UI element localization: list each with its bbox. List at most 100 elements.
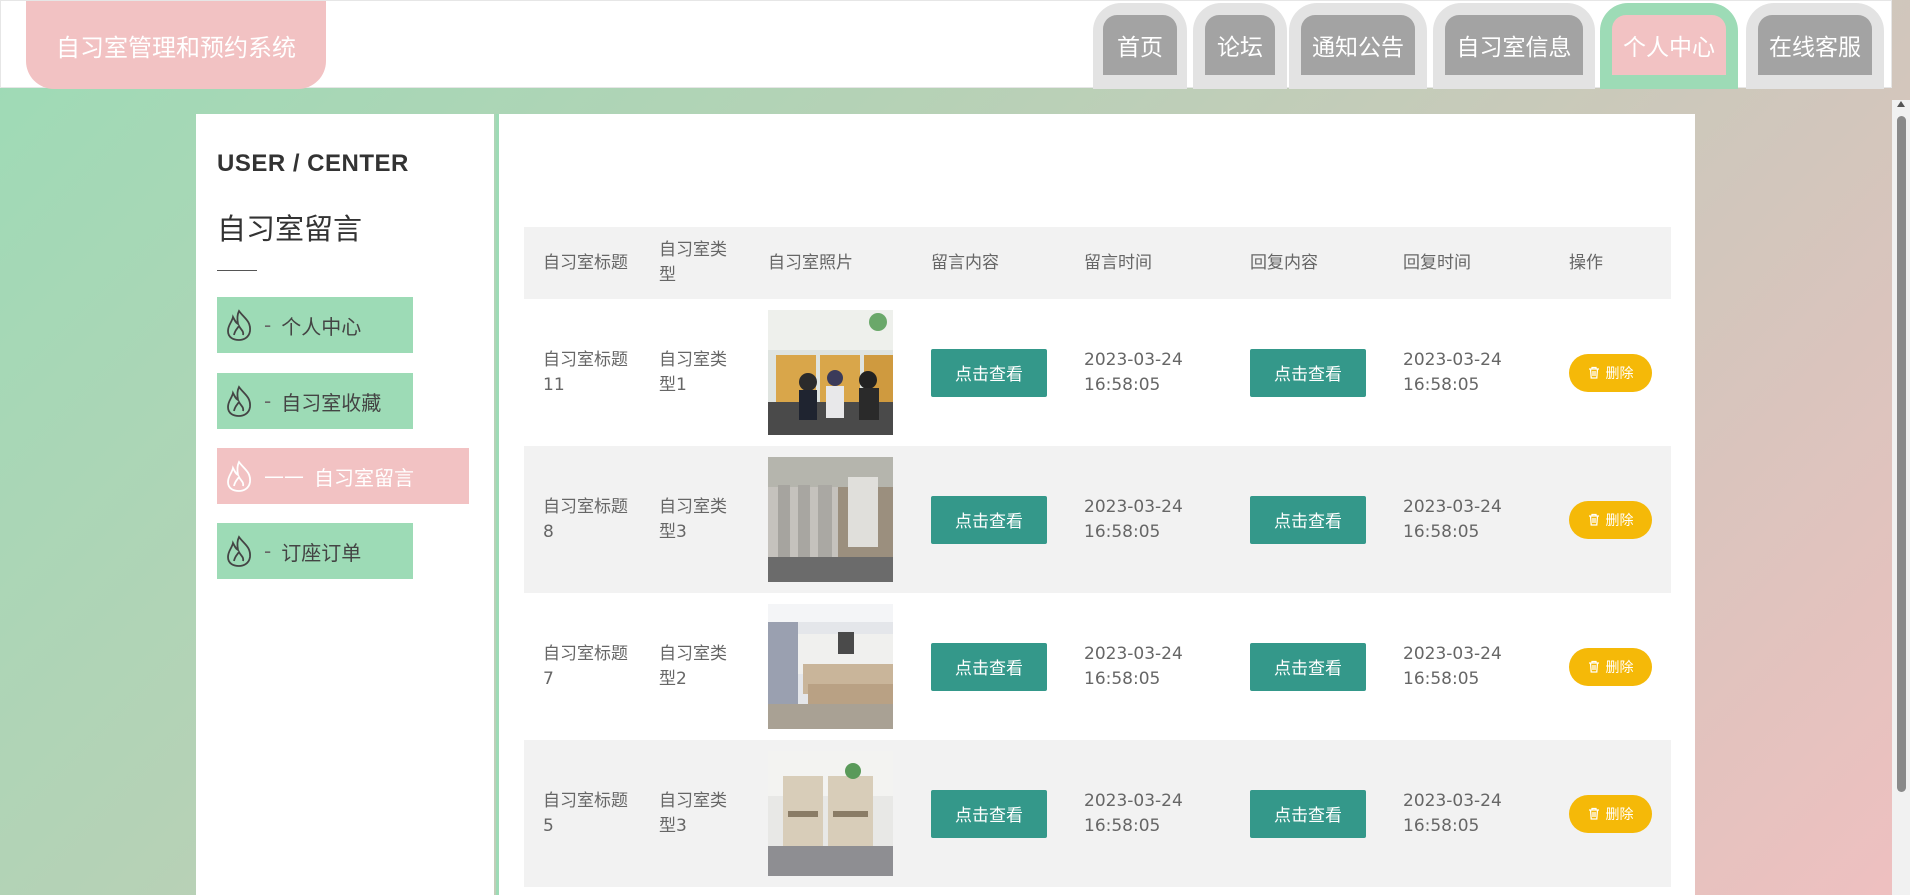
study-room-photo[interactable] — [768, 457, 893, 582]
column-header: 留言时间 — [1065, 227, 1231, 299]
view-message-button[interactable]: 点击查看 — [931, 642, 1047, 691]
table-row: 自习室标题11 自习室类型1 点击查看 2023-03-24 16:58:05 … — [524, 299, 1671, 446]
trash-icon — [1588, 513, 1599, 526]
delete-button[interactable]: 删除 — [1569, 353, 1652, 392]
view-message-button[interactable]: 点击查看 — [931, 495, 1047, 544]
sidebar-subtitle: 自习室留言 — [217, 212, 363, 246]
column-header: 自习室照片 — [749, 227, 912, 299]
top-header: 自习室管理和预约系统 首页 论坛 通知公告 自习室信息 个人中心 在线客服 — [0, 0, 1892, 89]
room-type-cell: 自习室类型3 — [640, 446, 749, 593]
sidebar-item-seat-orders[interactable]: - 订座订单 — [217, 523, 413, 579]
reply-content-cell: 点击查看 — [1231, 299, 1384, 446]
reply-content-cell: 点击查看 — [1231, 446, 1384, 593]
message-time-cell: 2023-03-24 16:58:05 — [1065, 446, 1231, 593]
trash-icon — [1588, 660, 1599, 673]
sidebar-divider — [217, 270, 257, 271]
sidebar-title: USER / CENTER — [217, 150, 409, 177]
sidebar-item-label: 订座订单 — [281, 540, 362, 565]
flame-icon — [227, 385, 251, 417]
messages-table-wrap: 自习室标题 自习室类型 自习室照片 留言内容 留言时间 回复内容 回复时间 操作… — [524, 227, 1671, 887]
flame-icon — [227, 309, 251, 341]
messages-table: 自习室标题 自习室类型 自习室照片 留言内容 留言时间 回复内容 回复时间 操作… — [524, 227, 1671, 887]
nav-tab-label: 首页 — [1103, 15, 1177, 75]
column-header: 回复内容 — [1231, 227, 1384, 299]
nav-tab-online-service[interactable]: 在线客服 — [1746, 3, 1884, 89]
actions-cell: 删除 — [1550, 446, 1671, 593]
view-reply-button[interactable]: 点击查看 — [1250, 495, 1366, 544]
view-reply-button[interactable]: 点击查看 — [1250, 789, 1366, 838]
scroll-up-arrow-icon[interactable] — [1897, 101, 1905, 107]
table-row: 自习室标题7 自习室类型2 点击查看 2023-03-24 16:58:05 点… — [524, 593, 1671, 740]
view-reply-button[interactable]: 点击查看 — [1250, 642, 1366, 691]
study-room-photo[interactable] — [768, 310, 893, 435]
room-title-cell: 自习室标题11 — [543, 349, 628, 395]
room-photo-cell — [749, 740, 912, 887]
dash-glyph: - — [264, 539, 272, 563]
view-message-button[interactable]: 点击查看 — [931, 348, 1047, 397]
room-title-cell: 自习室标题5 — [524, 740, 640, 887]
reply-time-cell: 2023-03-24 16:58:05 — [1384, 446, 1550, 593]
trash-icon — [1588, 366, 1599, 379]
message-time-cell: 2023-03-24 16:58:05 — [1084, 643, 1183, 689]
nav-tab-notices[interactable]: 通知公告 — [1289, 3, 1427, 89]
room-title-cell: 自习室标题7 — [543, 643, 628, 689]
nav-tab-label: 自习室信息 — [1445, 15, 1583, 75]
flame-icon — [227, 460, 251, 492]
actions-cell: 删除 — [1550, 593, 1671, 740]
study-room-photo[interactable] — [768, 751, 893, 876]
room-type-cell: 自习室类型3 — [640, 740, 749, 887]
column-header: 操作 — [1550, 227, 1671, 299]
table-header-row: 自习室标题 自习室类型 自习室照片 留言内容 留言时间 回复内容 回复时间 操作 — [524, 227, 1671, 299]
actions-cell: 删除 — [1550, 740, 1671, 887]
message-time-cell: 2023-03-24 16:58:05 — [1065, 740, 1231, 887]
study-room-photo[interactable] — [768, 604, 893, 729]
nav-tab-label: 通知公告 — [1301, 15, 1415, 75]
sidebar-item-room-messages[interactable]: —— 自习室留言 — [217, 448, 469, 504]
column-header: 自习室类型 — [640, 227, 749, 299]
message-content-cell: 点击查看 — [912, 446, 1065, 593]
table-row: 自习室标题5 自习室类型3 点击查看 2023-03-24 16:58:05 点… — [524, 740, 1671, 887]
nav-tab-label: 论坛 — [1205, 15, 1275, 75]
reply-content-cell: 点击查看 — [1231, 593, 1384, 740]
trash-icon — [1588, 807, 1599, 820]
dash-glyph: - — [264, 313, 272, 337]
dash-glyph: - — [264, 389, 272, 413]
message-content-cell: 点击查看 — [912, 740, 1065, 887]
column-header: 自习室标题 — [524, 227, 640, 299]
view-reply-button[interactable]: 点击查看 — [1250, 348, 1366, 397]
room-photo-cell — [749, 446, 912, 593]
nav-tab-room-info[interactable]: 自习室信息 — [1433, 3, 1595, 89]
nav-tab-forum[interactable]: 论坛 — [1193, 3, 1287, 89]
room-type-cell: 自习室类型2 — [659, 643, 727, 689]
room-title-cell: 自习室标题8 — [524, 446, 640, 593]
message-content-cell: 点击查看 — [912, 299, 1065, 446]
delete-button[interactable]: 删除 — [1569, 500, 1652, 539]
main-panel: 自习室标题 自习室类型 自习室照片 留言内容 留言时间 回复内容 回复时间 操作… — [496, 114, 1695, 895]
column-header: 留言内容 — [912, 227, 1065, 299]
dash-glyph: —— — [264, 464, 304, 488]
delete-label: 删除 — [1605, 806, 1634, 823]
delete-button[interactable]: 删除 — [1569, 647, 1652, 686]
sidebar-item-label: 个人中心 — [281, 314, 362, 339]
room-photo-cell — [749, 593, 912, 740]
delete-label: 删除 — [1605, 512, 1634, 529]
reply-time-cell: 2023-03-24 16:58:05 — [1384, 740, 1550, 887]
nav-tab-home[interactable]: 首页 — [1093, 3, 1187, 89]
delete-label: 删除 — [1605, 365, 1634, 382]
sidebar-item-user-center[interactable]: - 个人中心 — [217, 297, 413, 353]
message-content-cell: 点击查看 — [912, 593, 1065, 740]
message-time-cell: 2023-03-24 16:58:05 — [1084, 349, 1183, 395]
delete-button[interactable]: 删除 — [1569, 794, 1652, 833]
nav-tab-label: 在线客服 — [1758, 15, 1872, 75]
reply-time-cell: 2023-03-24 16:58:05 — [1403, 349, 1502, 395]
room-photo-cell — [749, 299, 912, 446]
actions-cell: 删除 — [1550, 299, 1671, 446]
nav-tab-user-center[interactable]: 个人中心 — [1600, 3, 1738, 89]
flame-icon — [227, 535, 251, 567]
sidebar-item-room-favorites[interactable]: - 自习室收藏 — [217, 373, 413, 429]
view-message-button[interactable]: 点击查看 — [931, 789, 1047, 838]
user-center-sidebar: USER / CENTER 自习室留言 - 个人中心 - 自习室收藏 —— 自习… — [196, 114, 494, 895]
site-brand[interactable]: 自习室管理和预约系统 — [26, 1, 326, 89]
reply-time-cell: 2023-03-24 16:58:05 — [1403, 643, 1502, 689]
scrollbar-thumb[interactable] — [1897, 116, 1906, 792]
